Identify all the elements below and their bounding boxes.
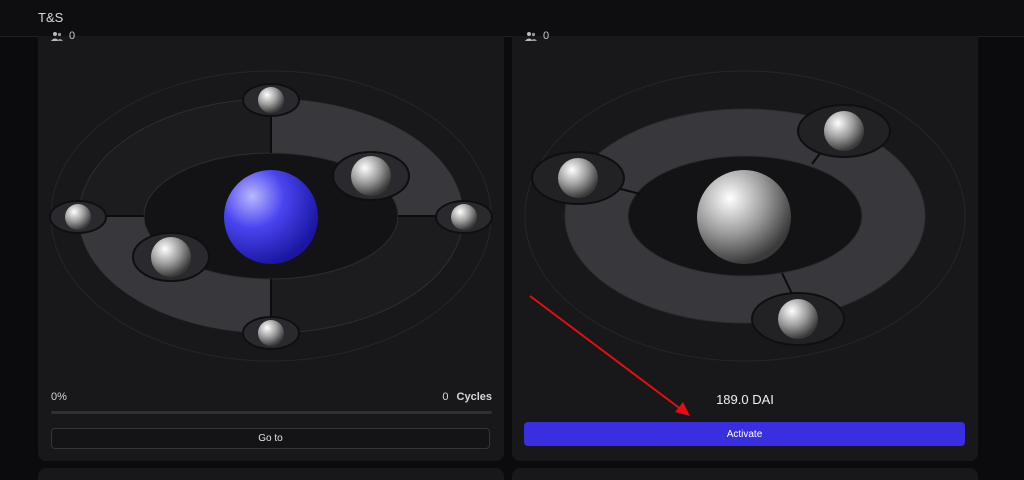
slot-sphere-left xyxy=(558,158,598,198)
progress-percent: 0% xyxy=(51,391,67,403)
cycles-label: Cycles xyxy=(456,391,492,403)
matrix-card-left: 0 0% 0 Cycles Go to xyxy=(38,30,504,461)
activate-button[interactable]: Activate xyxy=(524,422,965,446)
progress-bar xyxy=(51,411,492,414)
slot-sphere-upper-right xyxy=(824,111,864,151)
slot-sphere-upper-right xyxy=(351,156,391,196)
matrix-visualization xyxy=(49,70,493,362)
cycles-info: 0 Cycles xyxy=(442,391,492,403)
slot-sphere-lower-left xyxy=(151,237,191,277)
slot-sphere-bottom xyxy=(258,320,284,346)
center-sphere xyxy=(224,170,318,264)
center-sphere xyxy=(697,170,791,264)
cycles-count: 0 xyxy=(442,391,449,403)
next-card-right xyxy=(512,468,978,480)
slot-sphere-right xyxy=(451,204,477,230)
goto-button[interactable]: Go to xyxy=(51,428,490,449)
activation-price: 189.0 DAI xyxy=(716,392,774,407)
slot-sphere-top xyxy=(258,87,284,113)
matrix-card-right: 0 189.0 DAI Activate xyxy=(512,30,978,461)
slot-sphere-bottom xyxy=(778,299,818,339)
next-card-left xyxy=(38,468,504,480)
app-title: T&S xyxy=(38,10,64,25)
matrix-visualization xyxy=(524,70,966,362)
slot-sphere-left xyxy=(65,204,91,230)
top-bar: T&S xyxy=(0,0,1024,37)
